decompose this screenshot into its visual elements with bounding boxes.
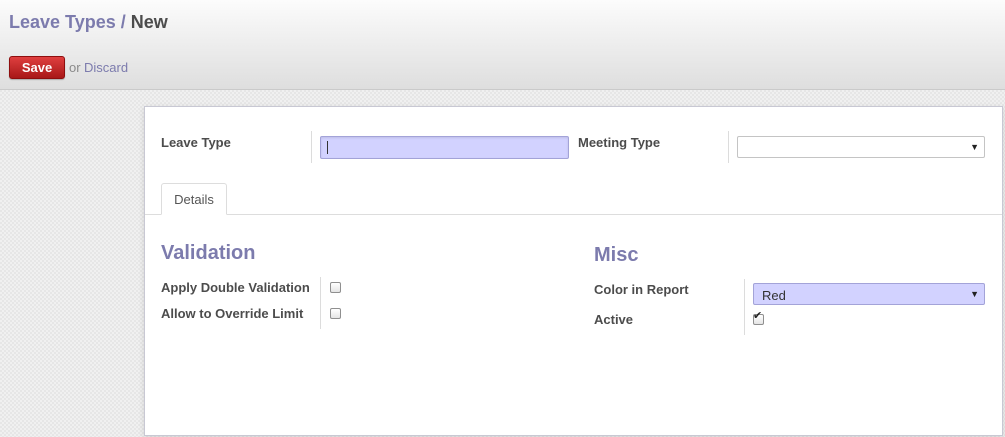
color-in-report-label: Color in Report: [594, 282, 689, 297]
validation-title: Validation: [161, 242, 256, 264]
allow-override-limit-label: Allow to Override Limit: [161, 306, 304, 321]
active-checkbox[interactable]: ✔: [753, 310, 764, 325]
leave-type-input[interactable]: [320, 136, 569, 159]
color-in-report-select[interactable]: Red ▼: [753, 283, 985, 305]
meeting-type-label: Meeting Type: [578, 135, 661, 150]
tab-details[interactable]: Details: [161, 183, 227, 215]
field-separator: [311, 131, 312, 163]
allow-override-limit-checkbox[interactable]: [330, 308, 341, 319]
color-in-report-value: Red: [762, 288, 786, 303]
misc-title: Misc: [594, 244, 639, 266]
breadcrumb-parent-link[interactable]: Leave Types: [9, 12, 116, 32]
apply-double-validation-label: Apply Double Validation: [161, 280, 310, 295]
breadcrumb: Leave Types / New: [9, 12, 168, 33]
breadcrumb-separator: /: [120, 12, 126, 32]
discard-link[interactable]: Discard: [84, 60, 128, 75]
tabs-divider: [145, 214, 1002, 215]
text-cursor: [327, 141, 328, 154]
breadcrumb-current: New: [130, 12, 168, 32]
chevron-down-icon: ▼: [970, 142, 979, 152]
field-separator: [728, 131, 729, 163]
active-label: Active: [594, 312, 634, 327]
chevron-down-icon: ▼: [970, 289, 979, 299]
checkmark-icon: ✔: [753, 310, 763, 322]
field-separator: [744, 279, 745, 335]
meeting-type-select[interactable]: ▼: [737, 136, 985, 158]
form-sheet: Leave Type Meeting Type ▼ Details Valida…: [144, 106, 1003, 436]
or-text: or: [69, 60, 81, 75]
field-separator: [320, 277, 321, 329]
apply-double-validation-checkbox[interactable]: [330, 282, 341, 293]
save-button[interactable]: Save: [9, 56, 65, 79]
header-bar: Leave Types / New Save or Discard: [0, 0, 1005, 90]
leave-type-label: Leave Type: [161, 135, 231, 150]
